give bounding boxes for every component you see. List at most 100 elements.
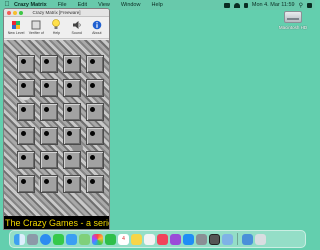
cell-dot bbox=[44, 131, 49, 136]
help-label: Help bbox=[52, 31, 61, 35]
matrix-cell[interactable] bbox=[63, 175, 81, 193]
safari-icon[interactable] bbox=[40, 233, 51, 245]
matrix-cell[interactable] bbox=[40, 151, 58, 169]
matrix-cell[interactable] bbox=[17, 127, 35, 145]
cell-dot bbox=[67, 107, 72, 112]
matrix-grid bbox=[17, 55, 104, 205]
cell-dot bbox=[90, 155, 95, 160]
sound-button[interactable]: Sound bbox=[68, 17, 86, 38]
finder-icon[interactable] bbox=[14, 233, 25, 245]
matrix-cell[interactable] bbox=[40, 79, 58, 97]
new-level-label: New Level bbox=[7, 31, 25, 35]
reminders-icon[interactable] bbox=[144, 233, 155, 245]
about-button[interactable]: About bbox=[88, 17, 106, 38]
window-titlebar[interactable]: Crazy Matrix [Freeware] bbox=[4, 9, 109, 17]
downloads-icon[interactable] bbox=[242, 233, 253, 245]
control-center-icon[interactable] bbox=[307, 2, 312, 8]
maps-icon[interactable] bbox=[79, 233, 90, 245]
window-title: Crazy Matrix [Freeware] bbox=[32, 10, 81, 15]
matrix-cell[interactable] bbox=[86, 103, 104, 121]
cell-dot bbox=[44, 155, 49, 160]
close-button[interactable] bbox=[7, 11, 11, 15]
notes-icon[interactable] bbox=[131, 233, 142, 245]
cell-dot bbox=[21, 83, 26, 88]
cell-dot bbox=[67, 155, 72, 160]
preview-icon[interactable] bbox=[222, 233, 233, 245]
mail-icon[interactable] bbox=[66, 233, 77, 245]
help-button[interactable]: Help bbox=[47, 17, 65, 38]
verifier-label: Verifier of bbox=[28, 31, 44, 35]
cell-dot bbox=[21, 59, 26, 64]
matrix-cell[interactable] bbox=[40, 175, 58, 193]
matrix-cell[interactable] bbox=[86, 79, 104, 97]
menu-window[interactable]: Window bbox=[121, 0, 141, 10]
preferences-icon[interactable] bbox=[196, 233, 207, 245]
verifier-button[interactable]: Verifier of bbox=[27, 17, 45, 38]
matrix-cell[interactable] bbox=[63, 55, 81, 73]
volume-icon[interactable] bbox=[243, 2, 248, 8]
launchpad-icon[interactable] bbox=[27, 233, 38, 245]
cell-dot bbox=[67, 83, 72, 88]
drive-label: Macintosh HD bbox=[278, 25, 308, 30]
cell-dot bbox=[44, 83, 49, 88]
zoom-button[interactable] bbox=[19, 11, 23, 15]
crazy-matrix-icon[interactable] bbox=[209, 233, 220, 245]
matrix-cell[interactable] bbox=[17, 151, 35, 169]
minimize-button[interactable] bbox=[13, 11, 17, 15]
new-level-button[interactable]: New Level bbox=[7, 17, 25, 38]
sound-label: Sound bbox=[71, 31, 82, 35]
matrix-cell[interactable] bbox=[63, 103, 81, 121]
cell-dot bbox=[90, 131, 95, 136]
cell-dot bbox=[44, 59, 49, 64]
matrix-cell[interactable] bbox=[40, 127, 58, 145]
matrix-cell[interactable] bbox=[86, 175, 104, 193]
speaker-icon bbox=[72, 19, 82, 30]
cell-dot bbox=[67, 131, 72, 136]
matrix-cell[interactable] bbox=[17, 103, 35, 121]
cell-dot bbox=[90, 179, 95, 184]
podcasts-icon[interactable] bbox=[170, 233, 181, 245]
cell-dot bbox=[90, 83, 95, 88]
matrix-cell[interactable] bbox=[40, 103, 58, 121]
matrix-cell[interactable] bbox=[86, 151, 104, 169]
cell-dot bbox=[67, 179, 72, 184]
cell-dot bbox=[21, 107, 26, 112]
matrix-cell[interactable] bbox=[17, 175, 35, 193]
info-icon bbox=[92, 19, 102, 30]
messages-icon[interactable] bbox=[53, 233, 64, 245]
wifi-icon[interactable] bbox=[233, 2, 240, 8]
game-board bbox=[4, 40, 109, 219]
matrix-cell[interactable] bbox=[86, 127, 104, 145]
display-icon[interactable] bbox=[223, 2, 230, 8]
puzzle-icon bbox=[11, 19, 21, 30]
menu-help[interactable]: Help bbox=[151, 0, 162, 10]
dock-separator bbox=[237, 233, 238, 245]
cell-dot bbox=[67, 59, 72, 64]
cell-dot bbox=[21, 131, 26, 136]
matrix-cell[interactable] bbox=[86, 55, 104, 73]
trash-icon[interactable] bbox=[255, 233, 266, 245]
matrix-cell[interactable] bbox=[63, 79, 81, 97]
photos-icon[interactable] bbox=[92, 233, 103, 245]
calendar-icon[interactable]: 4 bbox=[118, 233, 129, 245]
app-window: Crazy Matrix [Freeware] New Level Verifi… bbox=[3, 8, 110, 230]
matrix-cell[interactable] bbox=[17, 79, 35, 97]
desktop-drive[interactable]: Macintosh HD bbox=[272, 9, 314, 37]
dock: 4 bbox=[9, 230, 306, 248]
square-icon bbox=[31, 19, 41, 30]
music-icon[interactable] bbox=[157, 233, 168, 245]
cell-dot bbox=[21, 155, 26, 160]
matrix-cell[interactable] bbox=[63, 127, 81, 145]
cell-dot bbox=[44, 107, 49, 112]
hard-drive-icon bbox=[284, 11, 302, 23]
matrix-cell[interactable] bbox=[40, 55, 58, 73]
scrolling-banner: The Crazy Games - a series of mat bbox=[4, 216, 109, 229]
appstore-icon[interactable] bbox=[183, 233, 194, 245]
spotlight-icon[interactable]: ⚲ bbox=[299, 2, 303, 9]
matrix-cell[interactable] bbox=[17, 55, 35, 73]
lightbulb-icon bbox=[51, 19, 61, 30]
about-label: About bbox=[92, 31, 102, 35]
matrix-cell[interactable] bbox=[63, 151, 81, 169]
cell-dot bbox=[44, 179, 49, 184]
facetime-icon[interactable] bbox=[105, 233, 116, 245]
